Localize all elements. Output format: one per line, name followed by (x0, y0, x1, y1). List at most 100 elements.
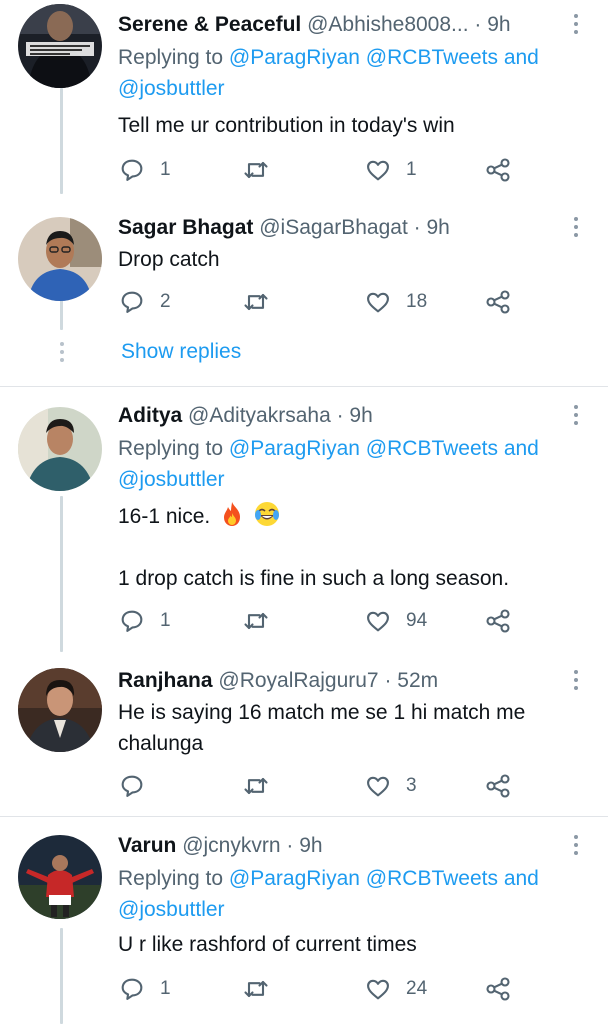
timestamp[interactable]: · 52m (384, 669, 438, 692)
user-handle[interactable]: @Adityakrsaha (188, 404, 331, 427)
timestamp[interactable]: · 9h (286, 834, 322, 857)
display-name[interactable]: Ranjhana (118, 669, 213, 692)
display-name[interactable]: Varun (118, 834, 176, 857)
tweet[interactable]: Ranjhana @RoyalRajguru7 · 52m He is sayi… (0, 650, 608, 816)
tweet-text: 1 drop catch is fine in such a long seas… (118, 567, 510, 590)
mention-and[interactable]: and (504, 46, 539, 69)
mention-and[interactable]: and (504, 437, 539, 460)
tweet-header: Sagar Bhagat @iSagarBhagat · 9h (118, 213, 560, 243)
avatar[interactable] (18, 4, 102, 88)
avatar[interactable] (18, 407, 102, 491)
more-options-icon[interactable] (570, 215, 582, 239)
reply-button[interactable]: 1 (118, 974, 171, 1004)
mention-link[interactable]: @ParagRiyan (229, 46, 360, 69)
reply-icon (121, 291, 143, 313)
show-replies-link[interactable]: Show replies (121, 337, 241, 367)
fire-emoji-icon (224, 502, 241, 526)
share-button[interactable] (484, 606, 512, 636)
mention-link[interactable]: @ParagRiyan (229, 867, 360, 890)
share-icon (486, 158, 510, 182)
share-button[interactable] (484, 771, 512, 801)
avatar[interactable] (18, 668, 102, 752)
action-bar: 3 (118, 771, 538, 801)
reply-button[interactable] (118, 771, 160, 801)
like-button[interactable]: 18 (364, 287, 427, 317)
mention-link[interactable]: @josbuttler (118, 898, 225, 921)
share-icon (486, 977, 510, 1001)
tweet[interactable]: Aditya @Adityakrsaha · 9h Replying to @P… (0, 387, 608, 650)
action-bar: 1 24 (118, 974, 538, 1004)
action-bar: 1 1 (118, 155, 538, 185)
tweet[interactable]: Varun @jcnykvrn · 9h Replying to @ParagR… (0, 817, 608, 1024)
timestamp[interactable]: · 9h (474, 13, 510, 36)
avatar[interactable] (18, 217, 102, 301)
retweet-icon (244, 980, 268, 998)
avatar[interactable] (18, 835, 102, 919)
like-count: 94 (406, 610, 428, 631)
more-options-icon[interactable] (570, 403, 582, 427)
like-count: 3 (406, 775, 417, 796)
retweet-icon (244, 293, 268, 311)
reply-count: 1 (160, 610, 171, 631)
like-count: 24 (406, 978, 428, 999)
display-name[interactable]: Sagar Bhagat (118, 216, 253, 239)
like-button[interactable]: 24 (364, 974, 427, 1004)
heart-icon (367, 292, 389, 313)
reply-button[interactable]: 1 (118, 155, 171, 185)
tweet[interactable]: Sagar Bhagat @iSagarBhagat · 9h Drop cat… (0, 195, 608, 385)
replying-to: Replying to @ParagRiyan @RCBTweets and @… (118, 867, 539, 921)
reply-count: 2 (160, 291, 171, 312)
reply-icon (121, 159, 143, 181)
share-icon (486, 290, 510, 314)
like-button[interactable]: 1 (364, 155, 417, 185)
retweet-button[interactable] (242, 974, 284, 1004)
retweet-icon (244, 612, 268, 630)
mention-and[interactable]: and (504, 867, 539, 890)
mention-link[interactable]: @ParagRiyan (229, 437, 360, 460)
share-button[interactable] (484, 155, 512, 185)
tweet-text-line: 16-1 nice. (118, 505, 211, 528)
tweet-text: chalunga (118, 732, 204, 755)
heart-icon (367, 979, 389, 1000)
reply-icon (121, 978, 143, 1000)
reply-count: 1 (160, 978, 171, 999)
reply-button[interactable]: 2 (118, 287, 171, 317)
share-icon (486, 774, 510, 798)
user-handle[interactable]: @jcnykvrn (182, 834, 280, 857)
more-options-icon[interactable] (570, 833, 582, 857)
share-button[interactable] (484, 974, 512, 1004)
mention-link[interactable]: @RCBTweets (366, 46, 498, 69)
tweet-header: Varun @jcnykvrn · 9h (118, 831, 560, 861)
user-handle[interactable]: @Abhishe8008... (307, 13, 468, 36)
timestamp[interactable]: · 9h (337, 404, 373, 427)
mention-link[interactable]: @RCBTweets (366, 437, 498, 460)
like-count: 18 (406, 291, 428, 312)
user-handle[interactable]: @RoyalRajguru7 (218, 669, 378, 692)
share-icon (486, 609, 510, 633)
joy-emoji-icon (254, 502, 279, 526)
mention-link[interactable]: @josbuttler (118, 77, 225, 100)
tweet-header: Ranjhana @RoyalRajguru7 · 52m (118, 666, 560, 696)
retweet-button[interactable] (242, 606, 284, 636)
display-name[interactable]: Aditya (118, 404, 182, 427)
tweet-text: He is saying 16 match me se 1 hi match m… (118, 701, 526, 724)
more-options-icon[interactable] (570, 12, 582, 36)
timestamp[interactable]: · 9h (414, 216, 450, 239)
like-button[interactable]: 3 (364, 771, 417, 801)
replying-to: Replying to @ParagRiyan @RCBTweets and @… (118, 437, 539, 491)
retweet-button[interactable] (242, 155, 284, 185)
replying-to: Replying to @ParagRiyan @RCBTweets and @… (118, 46, 539, 100)
user-handle[interactable]: @iSagarBhagat (259, 216, 408, 239)
tweet[interactable]: Serene & Peaceful @Abhishe8008... · 9h R… (0, 0, 608, 195)
mention-link[interactable]: @josbuttler (118, 468, 225, 491)
mention-link[interactable]: @RCBTweets (366, 867, 498, 890)
like-button[interactable]: 94 (364, 606, 427, 636)
retweet-icon (244, 161, 268, 179)
display-name[interactable]: Serene & Peaceful (118, 13, 301, 36)
more-options-icon[interactable] (570, 668, 582, 692)
share-button[interactable] (484, 287, 512, 317)
retweet-button[interactable] (242, 771, 284, 801)
retweet-button[interactable] (242, 287, 284, 317)
reply-button[interactable]: 1 (118, 606, 171, 636)
tweet-text: 16-1 nice. (118, 501, 588, 532)
